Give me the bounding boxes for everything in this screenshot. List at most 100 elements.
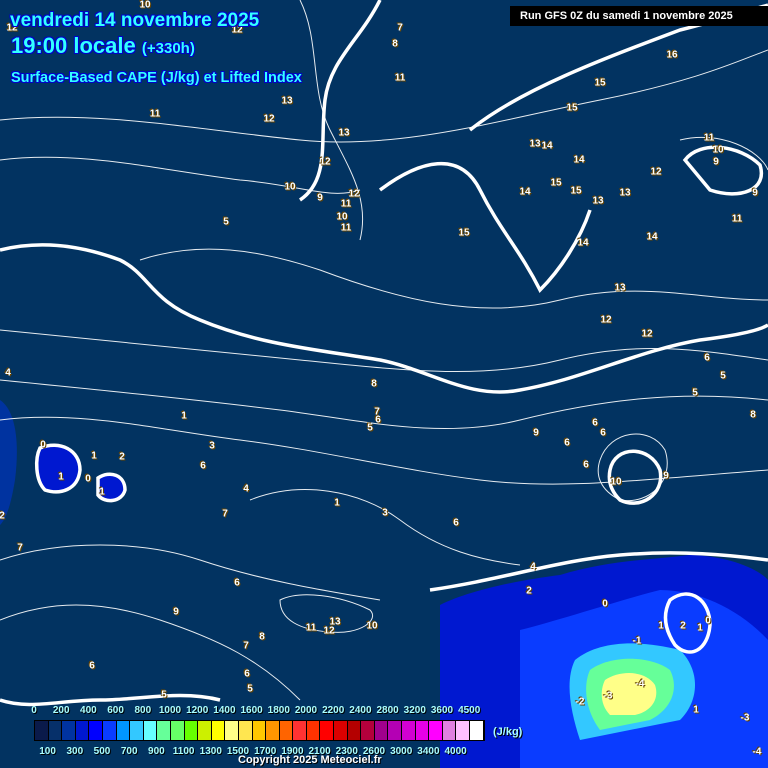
contour-label: 4 (243, 483, 249, 495)
contour-label: 16 (666, 49, 678, 61)
contour-label: 15 (458, 227, 470, 239)
colorbar-swatch (35, 721, 49, 740)
contour-label: 11 (305, 622, 317, 634)
colorbar-swatch (252, 721, 267, 740)
contour-label: 1 (693, 704, 699, 716)
colorbar-swatch (470, 721, 484, 740)
contour-label: 14 (646, 231, 658, 243)
contour-label: 12 (319, 156, 331, 168)
contour-label: 11 (703, 132, 715, 144)
contour-label: 0 (85, 473, 91, 485)
contour-label: -4 (635, 678, 645, 690)
colorbar-label: 1200 (186, 705, 209, 716)
contour-label: 10 (366, 620, 378, 632)
colorbar-label: 100 (39, 746, 56, 757)
colorbar-swatch (456, 721, 470, 740)
colorbar-label: 2000 (294, 705, 318, 716)
colorbar-label: 1700 (254, 746, 277, 757)
colorbar-label: 700 (120, 746, 138, 757)
contour-label: 5 (247, 683, 253, 695)
colorbar (34, 720, 485, 741)
colorbar-label: 1300 (199, 746, 222, 757)
contour-label: 12 (600, 314, 612, 326)
contour-label: 9 (533, 427, 539, 439)
contour-label: 6 (234, 577, 240, 589)
contour-label: 5 (161, 689, 167, 701)
colorbar-label: 2100 (308, 746, 331, 757)
contour-label: 5 (367, 422, 373, 434)
contour-label: 7 (222, 508, 228, 520)
colorbar-swatch (266, 721, 280, 740)
contour-label: 6 (704, 352, 710, 364)
contour-label: -4 (752, 746, 762, 758)
contour-label: 6 (453, 517, 459, 529)
colorbar-label: 2800 (376, 705, 399, 716)
contour-label: 11 (340, 222, 352, 234)
colorbar-swatch (293, 721, 307, 740)
weather-map: 12 10 7 8 12 11 16 15 15 13 12 11 13 14 11 10 9 12 11 12 10 9… (0, 0, 768, 768)
contour-label: 13 (338, 127, 350, 139)
forecast-date: vendredi 14 novembre 2025 (10, 10, 260, 31)
thick-contours (0, 0, 768, 707)
colorbar-swatch (211, 721, 226, 740)
colorbar-label: 400 (80, 705, 97, 716)
contour-label: 10 (610, 476, 622, 488)
colorbar-label: 2400 (349, 705, 372, 716)
contour-label: 4 (5, 367, 11, 379)
contour-label: 2 (0, 510, 5, 522)
colorbar-label: 4000 (444, 746, 467, 757)
colorbar-label: 1900 (281, 746, 304, 757)
contour-label: 12 (641, 328, 653, 340)
colorbar-swatch (143, 721, 158, 740)
forecast-time: 19:00 locale (+330h) (11, 33, 195, 59)
colorbar-label: 1800 (267, 705, 290, 716)
contour-label: 5 (720, 370, 726, 382)
contour-label: 6 (564, 437, 570, 449)
run-info: Run GFS 0Z du samedi 1 novembre 2025 (510, 6, 768, 26)
contour-label: 13 (619, 187, 631, 199)
contour-label: 6 (592, 417, 598, 429)
contour-label: 0 (705, 615, 711, 627)
contour-label: 0 (602, 598, 608, 610)
colorbar-swatch (320, 721, 335, 740)
colorbar-label: 1100 (172, 746, 195, 757)
colorbar-swatch (48, 721, 63, 740)
contour-label: 14 (573, 154, 585, 166)
contour-label: 13 (614, 282, 626, 294)
colorbar-swatch (374, 721, 389, 740)
colorbar-label: 0 (31, 705, 37, 716)
contour-label: -1 (632, 635, 642, 647)
lead-time: (+330h) (141, 40, 195, 57)
contour-label: 6 (200, 460, 206, 472)
colorbar-swatch (402, 721, 416, 740)
contour-label: 5 (223, 216, 229, 228)
parameter-title: Surface-Based CAPE (J/kg) et Lifted Inde… (11, 70, 302, 86)
contour-label: 11 (149, 108, 161, 120)
contour-label: 8 (259, 631, 265, 643)
colorbar-swatch (130, 721, 144, 740)
colorbar-label: 900 (148, 746, 165, 757)
contour-label: 0 (40, 439, 46, 451)
colorbar-label: 200 (52, 705, 70, 716)
contour-label: 1 (658, 620, 664, 632)
contour-label: 13 (281, 95, 293, 107)
contour-label: 10 (139, 0, 151, 11)
colorbar-label: 1600 (240, 705, 263, 716)
contour-label: 3 (209, 440, 215, 452)
contour-label: 7 (243, 640, 249, 652)
local-time: 19:00 locale (11, 33, 136, 58)
colorbar-swatch (198, 721, 212, 740)
colorbar-label: 1500 (226, 746, 250, 757)
colorbar-label: 2600 (362, 746, 386, 757)
contour-label: 1 (91, 450, 97, 462)
contour-label: 3 (382, 507, 388, 519)
colorbar-swatch (415, 721, 430, 740)
contour-label: 4 (530, 561, 536, 573)
contour-label: 6 (89, 660, 95, 672)
contour-label: 15 (594, 77, 606, 89)
contour-label: 1 (99, 486, 105, 498)
contour-label: 14 (577, 237, 589, 249)
colorbar-swatch (89, 721, 103, 740)
colorbar-unit: (J/kg) (493, 726, 523, 738)
colorbar-label: 600 (107, 705, 124, 716)
